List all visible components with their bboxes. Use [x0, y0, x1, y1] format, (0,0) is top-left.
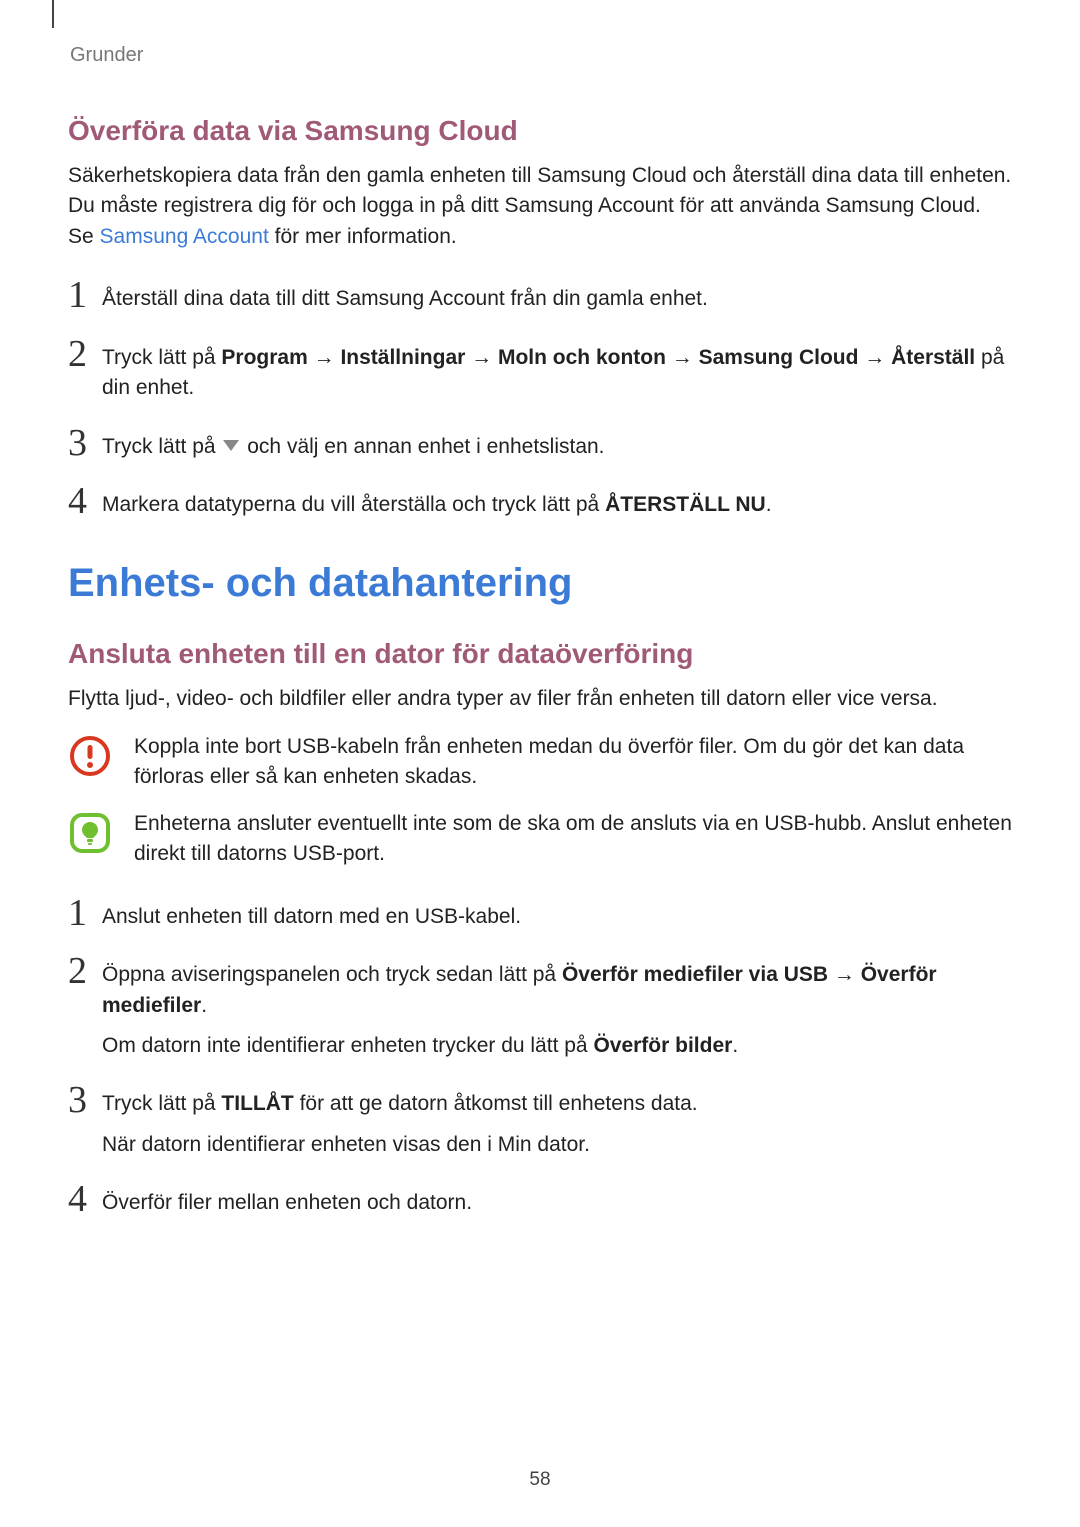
warning-text: Koppla inte bort USB-kabeln från enheten… — [134, 732, 1012, 793]
list-item: 2 Öppna aviseringspanelen och tryck seda… — [68, 956, 1012, 1061]
step-number: 3 — [68, 424, 102, 462]
step-text: Tryck lätt på TILLÅT för att ge datorn å… — [102, 1089, 698, 1119]
breadcrumb: Grunder — [70, 44, 1012, 67]
intro-text-tail: för mer information. — [269, 225, 457, 248]
text: Om datorn inte identifierar enheten tryc… — [102, 1034, 593, 1057]
bold-action: ÅTERSTÄLL NU — [605, 493, 766, 516]
samsung-account-link[interactable]: Samsung Account — [100, 225, 269, 248]
section2-intro: Flytta ljud-, video- och bildfiler eller… — [68, 684, 1012, 714]
step-extra: Om datorn inte identifierar enheten tryc… — [102, 1031, 1012, 1061]
step-body: Tryck lätt på TILLÅT för att ge datorn å… — [102, 1085, 698, 1160]
warning-callout: Koppla inte bort USB-kabeln från enheten… — [68, 732, 1012, 793]
step-number: 1 — [68, 276, 102, 314]
step-number: 1 — [68, 894, 102, 932]
step-text: Återställ dina data till ditt Samsung Ac… — [102, 284, 708, 314]
warning-icon — [68, 734, 112, 778]
step-text: Öppna aviseringspanelen och tryck sedan … — [102, 960, 1012, 1021]
text: . — [732, 1034, 738, 1057]
step-number: 2 — [68, 952, 102, 990]
list-item: 3 Tryck lätt på TILLÅT för att ge datorn… — [68, 1085, 1012, 1160]
list-item: 1 Återställ dina data till ditt Samsung … — [68, 280, 1012, 314]
list-item: 2 Tryck lätt på Program → Inställningar … — [68, 339, 1012, 404]
list-item: 4 Överför filer mellan enheten och dator… — [68, 1184, 1012, 1218]
text: för att ge datorn åtkomst till enhetens … — [294, 1092, 698, 1115]
step-body: Överför filer mellan enheten och datorn. — [102, 1184, 472, 1218]
step-number: 3 — [68, 1081, 102, 1119]
list-item: 1 Anslut enheten till datorn med en USB-… — [68, 898, 1012, 932]
text: . — [201, 994, 207, 1017]
step-text: Överför filer mellan enheten och datorn. — [102, 1188, 472, 1218]
list-item: 3 Tryck lätt på och välj en annan enhet … — [68, 428, 1012, 462]
step-text: Anslut enheten till datorn med en USB-ka… — [102, 902, 521, 932]
document-page: Grunder Överföra data via Samsung Cloud … — [0, 0, 1080, 1527]
step-body: Återställ dina data till ditt Samsung Ac… — [102, 280, 708, 314]
step-body: Öppna aviseringspanelen och tryck sedan … — [102, 956, 1012, 1061]
bold-action: Överför bilder — [593, 1034, 732, 1057]
section1-steps: 1 Återställ dina data till ditt Samsung … — [68, 280, 1012, 520]
note-callout: Enheterna ansluter eventuellt inte som d… — [68, 809, 1012, 870]
text: Öppna aviseringspanelen och tryck sedan … — [102, 963, 562, 986]
text: Tryck lätt på — [102, 346, 221, 369]
step-extra: När datorn identifierar enheten visas de… — [102, 1130, 698, 1160]
text: Tryck lätt på — [102, 1092, 221, 1115]
text: och välj en annan enhet i enhetslistan. — [241, 435, 604, 458]
list-item: 4 Markera datatyperna du vill återställa… — [68, 486, 1012, 520]
section1-intro: Säkerhetskopiera data från den gamla enh… — [68, 161, 1012, 252]
step-text: Tryck lätt på Program → Inställningar → … — [102, 343, 1012, 404]
bold-path: Program → Inställningar → Moln och konto… — [221, 346, 975, 369]
step-body: Anslut enheten till datorn med en USB-ka… — [102, 898, 521, 932]
section-heading-connect-pc: Ansluta enheten till en dator för dataöv… — [68, 638, 1012, 670]
step-body: Tryck lätt på och välj en annan enhet i … — [102, 428, 605, 462]
step-text: Markera datatyperna du vill återställa o… — [102, 490, 772, 520]
note-icon — [68, 811, 112, 855]
step-body: Tryck lätt på Program → Inställningar → … — [102, 339, 1012, 404]
section-heading-samsung-cloud: Överföra data via Samsung Cloud — [68, 115, 1012, 147]
step-number: 4 — [68, 1180, 102, 1218]
section2-steps: 1 Anslut enheten till datorn med en USB-… — [68, 898, 1012, 1219]
step-text: Tryck lätt på och välj en annan enhet i … — [102, 432, 605, 462]
page-number: 58 — [0, 1469, 1080, 1491]
note-text: Enheterna ansluter eventuellt inte som d… — [134, 809, 1012, 870]
text: Tryck lätt på — [102, 435, 221, 458]
main-heading: Enhets- och datahantering — [68, 561, 1012, 606]
step-number: 4 — [68, 482, 102, 520]
text: Markera datatyperna du vill återställa o… — [102, 493, 605, 516]
chevron-down-icon — [223, 440, 239, 451]
step-body: Markera datatyperna du vill återställa o… — [102, 486, 772, 520]
text: . — [766, 493, 772, 516]
bold-action: TILLÅT — [221, 1092, 293, 1115]
step-number: 2 — [68, 335, 102, 373]
